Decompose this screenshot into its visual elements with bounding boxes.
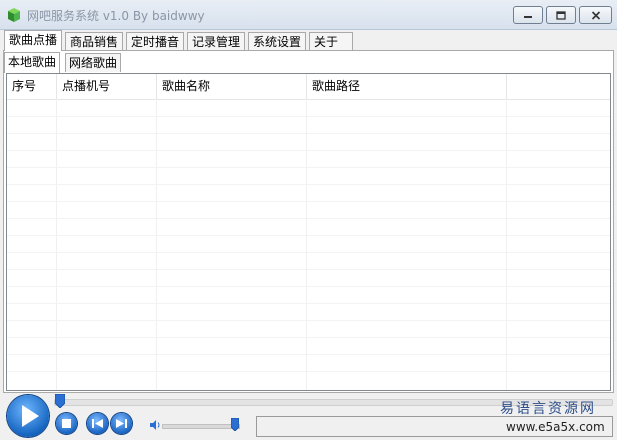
minimize-button[interactable] [513, 6, 543, 24]
grid-line [7, 235, 610, 236]
volume-slider[interactable] [162, 424, 240, 429]
play-icon [22, 405, 39, 427]
seek-thumb[interactable] [55, 394, 65, 408]
close-button[interactable] [579, 6, 612, 24]
play-button[interactable] [7, 395, 49, 437]
close-icon [591, 10, 600, 20]
speaker-icon [150, 420, 160, 430]
column-song-path[interactable]: 歌曲路径 [307, 74, 507, 99]
song-list[interactable]: 序号 点播机号 歌曲名称 歌曲路径 [6, 73, 611, 391]
grid-line [7, 184, 610, 185]
grid-line [7, 286, 610, 287]
grid-line [7, 116, 610, 117]
grid-line [7, 269, 610, 270]
minimize-icon [524, 16, 532, 18]
tab-system-settings[interactable]: 系统设置 [248, 32, 307, 50]
previous-button[interactable] [87, 413, 108, 434]
column-extra[interactable] [507, 74, 610, 99]
window-title: 网吧服务系统 v1.0 By baidwwy [27, 9, 205, 23]
subtab-online-songs[interactable]: 网络歌曲 [65, 53, 122, 72]
grid-line [506, 99, 507, 390]
main-tab-strip: 歌曲点播 商品销售 定时播音 记录管理 系统设置 关于 [4, 30, 613, 51]
maximize-icon [556, 10, 566, 20]
tab-about[interactable]: 关于 [309, 32, 353, 50]
previous-icon [92, 419, 103, 428]
column-machine-number[interactable]: 点播机号 [57, 74, 157, 99]
grid-line [7, 167, 610, 168]
next-icon [116, 419, 127, 428]
tab-song-request[interactable]: 歌曲点播 [4, 30, 63, 51]
title-bar: 网吧服务系统 v1.0 By baidwwy [0, 0, 617, 30]
maximize-button[interactable] [546, 6, 576, 24]
grid-line [7, 218, 610, 219]
player-bar: 易语言资源网 www.e5a5x.com [0, 393, 617, 440]
stop-icon [62, 419, 71, 428]
song-request-panel: 本地歌曲 网络歌曲 序号 点播机号 歌曲名称 歌曲路径 [3, 50, 614, 393]
tab-records[interactable]: 记录管理 [187, 32, 246, 50]
column-song-name[interactable]: 歌曲名称 [157, 74, 307, 99]
grid-line [7, 320, 610, 321]
watermark-title: 易语言资源网 [500, 401, 596, 417]
grid-line [156, 99, 157, 390]
grid-line [7, 150, 610, 151]
tab-product-sales[interactable]: 商品销售 [65, 32, 124, 50]
grid-line [7, 371, 610, 372]
grid-line [7, 252, 610, 253]
grid-line [7, 303, 610, 304]
green-cube-icon [8, 8, 20, 22]
list-header: 序号 点播机号 歌曲名称 歌曲路径 [7, 74, 610, 100]
grid-line [7, 354, 610, 355]
tab-timed-broadcast[interactable]: 定时播音 [126, 32, 185, 50]
volume-thumb[interactable] [231, 418, 239, 431]
next-button[interactable] [111, 413, 132, 434]
grid-line [7, 133, 610, 134]
stop-button[interactable] [56, 413, 77, 434]
grid-line [7, 337, 610, 338]
subtab-local-songs[interactable]: 本地歌曲 [4, 52, 61, 73]
grid-line [7, 201, 610, 202]
grid-line [56, 99, 57, 390]
watermark-url: www.e5a5x.com [506, 420, 605, 434]
column-index[interactable]: 序号 [7, 74, 57, 99]
grid-line [306, 99, 307, 390]
